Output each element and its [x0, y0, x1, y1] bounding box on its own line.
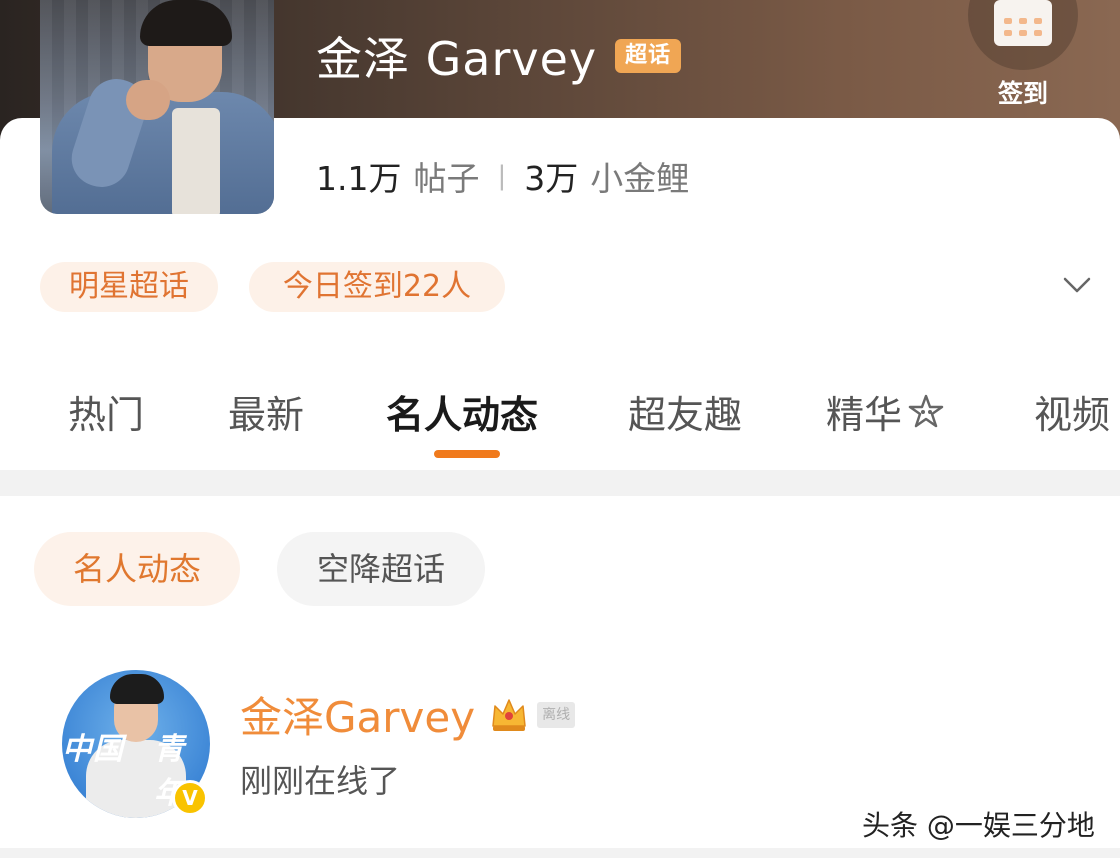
- tab-video[interactable]: 视频: [1034, 384, 1110, 439]
- fans-unit: 小金鲤: [590, 159, 690, 198]
- chevron-down-icon[interactable]: [1062, 270, 1092, 300]
- category-pill[interactable]: 明星超话: [40, 262, 218, 312]
- tab-latest[interactable]: 最新: [228, 384, 304, 439]
- fans-count: 3万: [524, 159, 579, 198]
- tab-featured[interactable]: 精华: [826, 384, 946, 439]
- cover-image[interactable]: [40, 0, 274, 214]
- topic-title: 金泽 Garvey 超话: [316, 26, 682, 86]
- author-name[interactable]: 金泽Garvey: [240, 684, 475, 745]
- tab-hot[interactable]: 热门: [68, 384, 144, 439]
- checkin-count-pill[interactable]: 今日签到22人: [249, 262, 505, 312]
- online-status-text: 刚刚在线了: [240, 762, 401, 800]
- checkin-label: 签到: [997, 79, 1048, 108]
- watermark: 头条 @一娱三分地: [862, 809, 1095, 842]
- crown-icon: [492, 698, 526, 731]
- subtab-celebrity-news[interactable]: 名人动态: [34, 532, 240, 606]
- star-icon: [908, 394, 944, 428]
- avatar-text-left: 中国: [62, 732, 124, 767]
- posts-unit: 帖子: [413, 159, 480, 198]
- tab-super-friends[interactable]: 超友趣: [628, 384, 742, 439]
- cover-person-shirt: [172, 108, 220, 214]
- calendar-icon: [994, 0, 1052, 46]
- super-topic-tag: 超话: [615, 39, 682, 73]
- post-author[interactable]: 金泽Garvey 离线: [240, 684, 576, 745]
- active-tab-indicator: [434, 450, 500, 458]
- tab-featured-label: 精华: [826, 393, 903, 437]
- checkin-button[interactable]: 签到: [968, 0, 1078, 112]
- stats-divider: |: [497, 161, 507, 191]
- tab-bar: 热门 最新 名人动态 超友趣 精华 视频: [0, 384, 1120, 444]
- offline-tag: 离线: [537, 701, 576, 728]
- tab-celebrity-news[interactable]: 名人动态: [386, 384, 538, 439]
- topic-title-text: 金泽 Garvey: [316, 32, 598, 86]
- verified-badge-icon: V: [172, 780, 208, 816]
- cover-person-hand: [126, 80, 170, 120]
- subtab-airdrop-topic[interactable]: 空降超话: [277, 532, 485, 606]
- avatar-person-hair: [110, 674, 164, 704]
- topic-stats: 1.1万 帖子 | 3万 小金鲤: [316, 152, 689, 200]
- posts-count: 1.1万: [316, 159, 402, 198]
